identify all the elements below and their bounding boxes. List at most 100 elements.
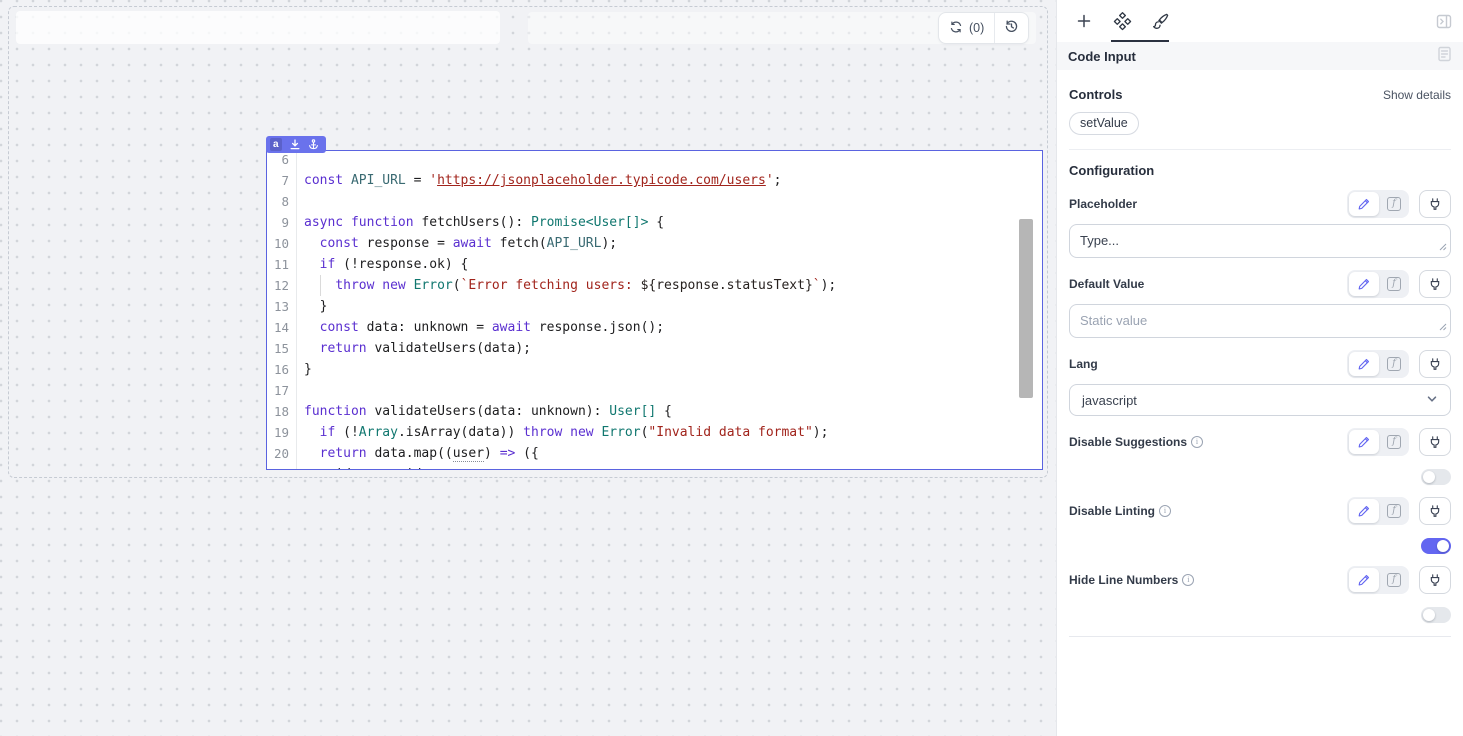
tab-components[interactable] (1103, 1, 1141, 41)
code-line[interactable]: 19 if (!Array.isArray(data)) throw new E… (267, 422, 1042, 443)
field-label: Lang (1069, 357, 1098, 371)
line-number: 10 (267, 233, 297, 254)
code-line[interactable]: 20 return data.map((user) => ({ (267, 443, 1042, 464)
field-toggle[interactable] (1421, 469, 1451, 485)
line-content: async function fetchUsers(): Promise<Use… (297, 212, 664, 233)
code-line[interactable]: 14 const data: unknown = await response.… (267, 317, 1042, 338)
field-label: Disable Suggestionsi (1069, 435, 1203, 449)
editor-canvas[interactable]: (0) a 67const API_URL = 'https://jsonpla… (0, 0, 1056, 736)
anchor-icon[interactable] (308, 139, 319, 150)
line-content: if (!Array.isArray(data)) throw new Erro… (297, 422, 828, 443)
static-mode-button[interactable] (1349, 272, 1379, 296)
fx-mode-button[interactable]: f (1381, 568, 1407, 592)
control-actions: setValue (1069, 102, 1451, 135)
active-tab-indicator (1111, 40, 1169, 42)
code-line[interactable]: 18function validateUsers(data: unknown):… (267, 401, 1042, 422)
binding-controls: f (1347, 566, 1451, 594)
components-icon (1113, 12, 1132, 31)
collapse-panel-button[interactable] (1433, 11, 1455, 31)
code-line[interactable]: 6 (267, 150, 1042, 170)
static-mode-button[interactable] (1349, 499, 1379, 523)
code-line[interactable]: 13 } (267, 296, 1042, 317)
controls-section-title: Controls (1069, 87, 1122, 102)
line-content: function validateUsers(data: unknown): U… (297, 401, 672, 422)
paintbrush-icon (1151, 12, 1170, 31)
info-icon[interactable]: i (1159, 505, 1171, 517)
editor-scrollbar[interactable] (1019, 219, 1033, 398)
line-content: id: user.id, (297, 464, 429, 470)
code-line[interactable]: 15 return validateUsers(data); (267, 338, 1042, 359)
line-content: } (297, 296, 327, 317)
widget-name-pill[interactable]: a (266, 136, 326, 153)
refresh-button[interactable]: (0) (939, 13, 994, 43)
static-mode-button[interactable] (1349, 192, 1379, 216)
line-content: const API_URL = 'https://jsonplaceholder… (297, 170, 781, 191)
code-line[interactable]: 17 (267, 380, 1042, 401)
property-panel: Code Input Controls Show details setValu… (1056, 0, 1463, 736)
bind-data-button[interactable] (1419, 350, 1451, 378)
field-textarea[interactable]: Type... (1069, 224, 1451, 258)
code-line[interactable]: 9async function fetchUsers(): Promise<Us… (267, 212, 1042, 233)
fx-mode-button[interactable]: f (1381, 192, 1407, 216)
line-number: 18 (267, 401, 297, 422)
line-number: 9 (267, 212, 297, 233)
binding-controls: f (1347, 190, 1451, 218)
line-number: 12 (267, 275, 297, 296)
line-number: 15 (267, 338, 297, 359)
panel-footer-divider (1069, 636, 1451, 637)
field-select[interactable]: javascript (1069, 384, 1451, 416)
line-content (297, 380, 304, 401)
refresh-icon (949, 20, 963, 37)
line-number: 11 (267, 254, 297, 275)
bind-data-button[interactable] (1419, 428, 1451, 456)
widget-doc-icon[interactable] (1437, 46, 1452, 67)
fx-mode-button[interactable]: f (1381, 272, 1407, 296)
insert-below-icon[interactable] (290, 139, 300, 150)
info-icon[interactable]: i (1191, 436, 1203, 448)
bind-data-button[interactable] (1419, 497, 1451, 525)
bind-data-button[interactable] (1419, 566, 1451, 594)
fx-mode-button[interactable]: f (1381, 430, 1407, 454)
field-label: Default Value (1069, 277, 1144, 291)
selected-widget-title: Code Input (1068, 49, 1136, 64)
static-mode-button[interactable] (1349, 352, 1379, 376)
code-input-widget[interactable]: 67const API_URL = 'https://jsonplacehold… (266, 150, 1043, 470)
code-line[interactable]: 8 (267, 191, 1042, 212)
indent-guide (320, 275, 321, 296)
config-field: Default Value f Static value (1069, 270, 1451, 338)
code-line[interactable]: 16} (267, 359, 1042, 380)
info-icon[interactable]: i (1182, 574, 1194, 586)
code-line[interactable]: 10 const response = await fetch(API_URL)… (267, 233, 1042, 254)
fx-mode-button[interactable]: f (1381, 499, 1407, 523)
field-toggle[interactable] (1421, 538, 1451, 554)
static-mode-button[interactable] (1349, 430, 1379, 454)
line-number: 8 (267, 191, 297, 212)
history-button[interactable] (994, 13, 1028, 43)
config-field: Disable Suggestionsi f (1069, 428, 1451, 485)
line-number: 13 (267, 296, 297, 317)
code-line[interactable]: 21 id: user.id, (267, 464, 1042, 470)
line-number: 16 (267, 359, 297, 380)
binding-controls: f (1347, 270, 1451, 298)
resize-handle[interactable] (1439, 319, 1447, 334)
line-content (297, 191, 304, 212)
line-content: throw new Error(`Error fetching users: $… (297, 275, 836, 296)
field-label: Disable Lintingi (1069, 504, 1171, 518)
control-action-chip[interactable]: setValue (1069, 112, 1139, 135)
code-line[interactable]: 7const API_URL = 'https://jsonplaceholde… (267, 170, 1042, 191)
fx-mode-button[interactable]: f (1381, 352, 1407, 376)
static-mode-button[interactable] (1349, 568, 1379, 592)
field-toggle[interactable] (1421, 607, 1451, 623)
resize-handle[interactable] (1439, 239, 1447, 254)
bind-data-button[interactable] (1419, 270, 1451, 298)
bind-data-button[interactable] (1419, 190, 1451, 218)
line-content: return data.map((user) => ({ (297, 443, 539, 464)
code-editor[interactable]: 67const API_URL = 'https://jsonplacehold… (267, 150, 1042, 470)
field-textarea[interactable]: Static value (1069, 304, 1451, 338)
tab-add-widgets[interactable] (1065, 1, 1103, 41)
code-line[interactable]: 11 if (!response.ok) { (267, 254, 1042, 275)
code-line[interactable]: 12 throw new Error(`Error fetching users… (267, 275, 1042, 296)
tab-styles[interactable] (1141, 1, 1179, 41)
show-details-link[interactable]: Show details (1383, 88, 1451, 102)
configuration-fields: PlaceholderfType...Default ValuefStatic … (1069, 190, 1451, 623)
